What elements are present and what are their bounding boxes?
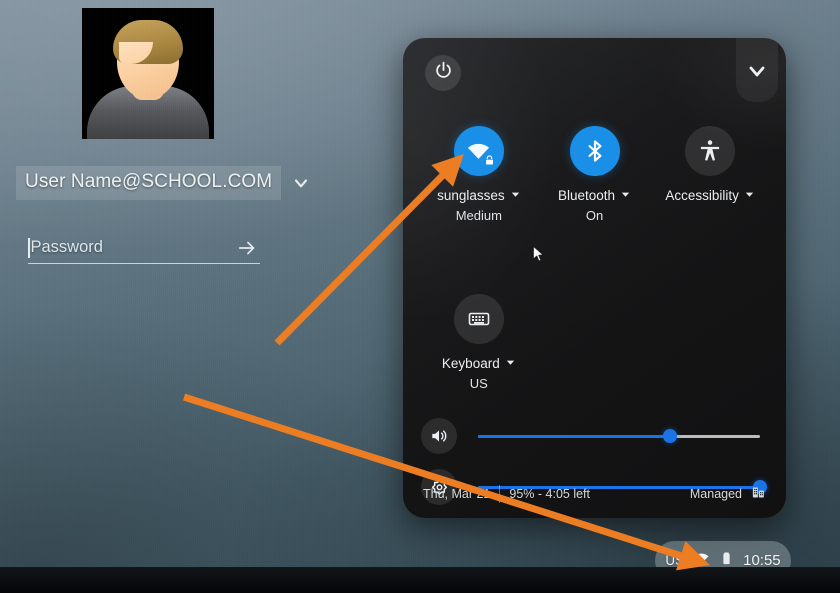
tray-locale-label[interactable]: US	[665, 553, 684, 568]
chevron-down-icon[interactable]	[505, 356, 516, 371]
quick-settings-tiles-row-2: Keyboard US	[403, 294, 786, 391]
chevron-down-icon	[745, 59, 769, 88]
avatar-hair	[113, 20, 183, 64]
tile-label-text: sunglasses	[437, 188, 505, 203]
quick-settings-topbar	[403, 38, 786, 108]
password-field-wrapper[interactable]: Password	[28, 232, 260, 264]
chromeos-login-screen: User Name@SCHOOL.COM Password sunglasses…	[0, 0, 840, 593]
tile-accessibility-label[interactable]: Accessibility	[665, 188, 755, 203]
quick-settings-footer: Thu, Mar 21 95% - 4:05 left Managed	[403, 470, 786, 518]
user-name-label[interactable]: User Name@SCHOOL.COM	[16, 166, 282, 200]
collapse-panel-button[interactable]	[736, 38, 778, 102]
footer-battery-status[interactable]: 95% - 4:05 left	[509, 487, 590, 501]
tile-label-text: Accessibility	[665, 188, 739, 203]
volume-icon[interactable]	[421, 418, 457, 454]
chevron-down-icon[interactable]	[510, 188, 521, 203]
volume-slider-thumb[interactable]	[662, 429, 677, 443]
avatar[interactable]	[82, 8, 214, 139]
accessibility-icon[interactable]	[685, 126, 736, 176]
managed-label[interactable]: Managed	[690, 487, 742, 501]
tile-keyboard-sub: US	[469, 376, 488, 391]
enterprise-building-icon[interactable]	[751, 485, 766, 503]
chevron-down-icon[interactable]	[744, 188, 755, 203]
power-icon	[433, 60, 454, 86]
quick-settings-panel[interactable]: sunglasses Medium Bluetooth On Accessibi…	[403, 38, 786, 518]
tile-keyboard[interactable]: Keyboard US	[421, 294, 537, 391]
tile-keyboard-label[interactable]: Keyboard	[442, 356, 516, 371]
tile-network[interactable]: sunglasses Medium	[421, 126, 537, 223]
chevron-down-icon[interactable]	[620, 188, 631, 203]
tile-empty-slot-1	[537, 294, 653, 391]
tile-label-text: Keyboard	[441, 356, 500, 371]
tile-bluetooth[interactable]: Bluetooth On	[537, 126, 653, 223]
quick-settings-tiles-row-1: sunglasses Medium Bluetooth On Accessibi…	[403, 126, 786, 223]
tile-bluetooth-label[interactable]: Bluetooth	[558, 188, 631, 203]
volume-slider[interactable]	[478, 428, 760, 444]
device-bezel	[0, 567, 840, 593]
tile-network-sub: Medium	[455, 208, 502, 223]
volume-slider-fill	[478, 434, 670, 438]
tile-accessibility[interactable]: Accessibility	[652, 126, 768, 223]
wifi-locked-icon[interactable]	[453, 126, 504, 176]
tile-label-text: Bluetooth	[557, 188, 616, 203]
volume-slider-row[interactable]	[421, 414, 768, 458]
keyboard-icon[interactable]	[453, 294, 504, 344]
tile-bluetooth-sub: On	[585, 208, 604, 223]
chevron-down-icon[interactable]	[291, 173, 311, 193]
footer-date[interactable]: Thu, Mar 21	[423, 487, 490, 501]
mouse-cursor	[531, 243, 550, 271]
bluetooth-icon[interactable]	[569, 126, 620, 176]
power-button[interactable]	[425, 55, 461, 91]
arrow-right-icon[interactable]	[236, 237, 258, 259]
text-caret	[28, 237, 30, 258]
user-name-row[interactable]: User Name@SCHOOL.COM	[16, 166, 311, 200]
footer-divider	[499, 485, 501, 503]
tile-network-label[interactable]: sunglasses	[437, 188, 521, 203]
tile-empty-slot-2	[652, 294, 768, 391]
password-input[interactable]: Password	[31, 238, 237, 257]
